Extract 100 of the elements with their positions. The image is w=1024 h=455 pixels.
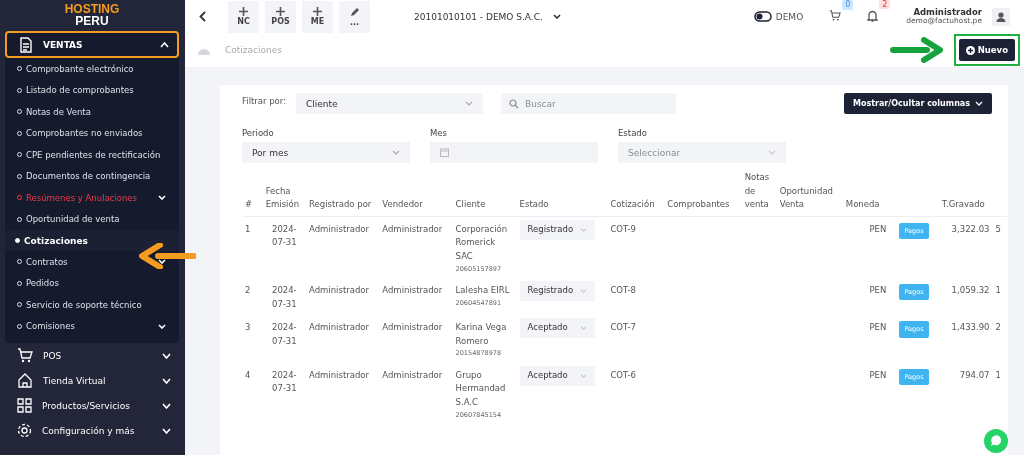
table-cell: 4: [245, 369, 251, 380]
table-cell-text: Karina Vega Romero: [455, 321, 508, 348]
table-cell: Administrador: [309, 284, 369, 295]
table-cell: 1: [995, 369, 1001, 380]
submenu-item[interactable]: CPE pendientes de rectificación: [5, 144, 179, 166]
mode-label: DEMO: [775, 11, 804, 22]
quick-action-button[interactable]: ME: [302, 0, 333, 33]
logo: HOSTING PERU: [63, 1, 121, 30]
filter-label: Filtrar por:: [242, 95, 287, 106]
quick-action-button[interactable]: ...: [339, 0, 370, 33]
table-cell-text: Corporación Romerick SAC: [455, 222, 509, 263]
submenu-item[interactable]: Cotizaciones: [5, 230, 179, 251]
table-cell: Administrador: [382, 284, 443, 295]
column-header: Moneda: [845, 199, 880, 210]
table-cell: 2024-07-31: [271, 322, 297, 346]
table-cell: COT-8: [610, 284, 636, 295]
table-cell: Administrador: [309, 322, 369, 333]
status-select[interactable]: Registrado: [519, 219, 595, 240]
submenu-item[interactable]: Pedidos: [5, 272, 179, 294]
status-select[interactable]: Aceptado: [519, 365, 595, 386]
back-icon[interactable]: [199, 11, 206, 22]
chevron-icon: [579, 373, 587, 378]
chevron-icon: [465, 101, 474, 106]
column-header: Vendedor: [382, 199, 423, 210]
submenu-item[interactable]: Documentos de contingencia: [5, 165, 179, 187]
table-cell: 2024-07-31: [271, 369, 297, 394]
menu-section[interactable]: Tienda Virtual: [5, 368, 179, 393]
table-cell-text: Grupo Hermandad S.A.C: [455, 368, 507, 409]
table-cell: Administrador: [382, 369, 443, 380]
column-header: Cotización: [610, 199, 655, 210]
status-select[interactable]: Registrado: [519, 280, 595, 301]
chevron-icon: [162, 352, 171, 359]
month-date-field[interactable]: [430, 142, 598, 163]
arrow-drawing: [136, 243, 196, 269]
column-header: Fecha Emisión: [265, 185, 300, 210]
table-cell: PEN: [869, 223, 887, 234]
table-cell: Administrador: [309, 369, 369, 380]
table-cell: 1,059.32: [951, 284, 990, 295]
menu-section[interactable]: VENTAS: [5, 31, 179, 58]
submenu-item[interactable]: Oportunidad de venta: [5, 208, 179, 230]
period-select[interactable]: Por mes: [242, 142, 410, 163]
table-cell: 2: [995, 322, 1001, 333]
table-cell: Administrador: [382, 322, 443, 333]
table-cell: Administrador: [309, 223, 369, 234]
new-button[interactable]: Nuevo: [958, 39, 1015, 61]
filter-select[interactable]: Cliente: [296, 93, 484, 114]
user-name: Administrador: [913, 7, 982, 17]
submenu-item[interactable]: Servicio de soporte técnico: [5, 294, 179, 316]
table-cell: PEN: [869, 369, 887, 380]
user-avatar-icon[interactable]: [992, 7, 1010, 26]
grid-icon: [17, 398, 32, 413]
menu-section[interactable]: Productos/Servicios: [5, 393, 179, 418]
notification-count-badge: 2: [879, 0, 891, 10]
submenu-item[interactable]: Notas de Venta: [5, 101, 179, 123]
table-cell: PEN: [869, 322, 887, 333]
table-cell: 1,433.90: [951, 322, 990, 333]
status-select[interactable]: Aceptado: [519, 318, 595, 339]
column-header: Estado: [519, 199, 549, 210]
document-icon: [19, 36, 33, 53]
chevron-icon: [579, 288, 587, 293]
table-cell: 1: [245, 223, 251, 234]
table-cell: COT-7: [610, 322, 636, 333]
submenu-item[interactable]: Comprobante electrónico: [5, 58, 179, 80]
settings-icon: [17, 423, 32, 438]
chevron-icon: [162, 402, 171, 409]
home-icon: [17, 373, 33, 388]
quick-action-button[interactable]: POS: [265, 0, 296, 33]
field-label: Mes: [430, 128, 448, 138]
field-label: Estado: [618, 128, 648, 138]
table-cell: COT-6: [610, 369, 636, 380]
chevron-icon: [579, 326, 587, 331]
column-header: T.Gravado: [941, 199, 985, 210]
submenu-item[interactable]: Comisiones: [5, 315, 179, 337]
table-cell: Administrador: [382, 223, 443, 234]
submenu-item[interactable]: Contratos: [5, 251, 179, 273]
submenu-item[interactable]: Listado de comprobantes: [5, 79, 179, 101]
submenu-item[interactable]: Resúmenes y Anulaciones: [5, 187, 179, 209]
cart-icon[interactable]: [829, 10, 842, 21]
chevron-icon: [160, 41, 169, 48]
columns-button[interactable]: Mostrar/Ocultar columnas: [843, 93, 992, 114]
bell-icon[interactable]: [867, 9, 879, 22]
column-header: Notas de venta: [744, 172, 770, 210]
plus-circle-icon: [965, 45, 975, 55]
chevron-icon: [579, 227, 587, 232]
chevron-icon: [392, 150, 400, 155]
search-field[interactable]: Buscar: [501, 93, 677, 114]
table-cell: PEN: [869, 284, 887, 295]
cart-count-badge: 0: [842, 0, 854, 10]
search-icon: [509, 99, 520, 109]
quick-action-button[interactable]: NC: [228, 0, 259, 33]
menu-section[interactable]: POS: [5, 343, 179, 368]
submenu-item[interactable]: Comprobantes no enviados: [5, 122, 179, 144]
chevron-icon: [552, 14, 561, 19]
toggle-switch[interactable]: [753, 11, 772, 22]
plus-icon: [313, 7, 322, 16]
column-header: #: [245, 199, 253, 210]
table-cell: 2024-07-31: [271, 284, 297, 309]
menu-section[interactable]: Configuración y más: [5, 418, 179, 443]
table-cell: 3: [245, 322, 251, 333]
plus-icon: [276, 7, 285, 16]
